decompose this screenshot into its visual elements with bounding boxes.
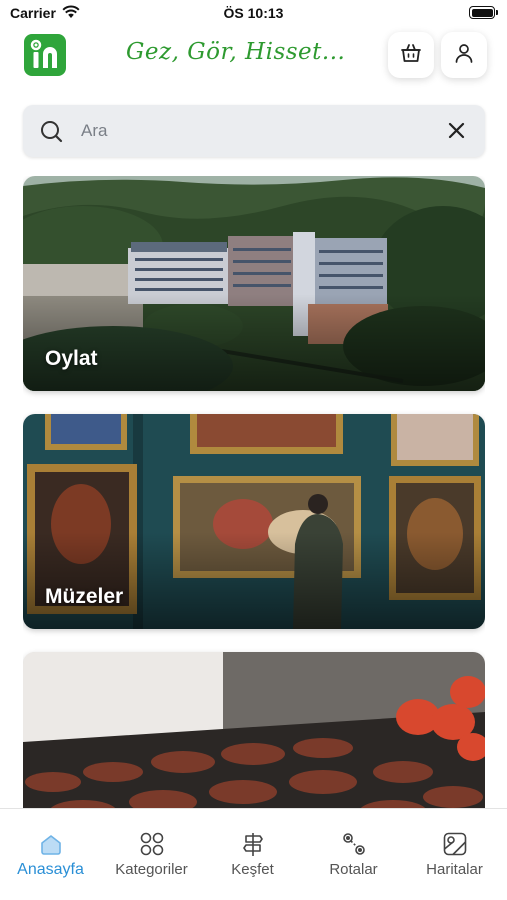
close-icon[interactable]: [448, 122, 465, 144]
card-title: Müzeler: [45, 585, 124, 608]
search-icon[interactable]: [40, 120, 64, 149]
tab-label: Anasayfa: [17, 861, 84, 878]
card-title: Oylat: [45, 347, 98, 370]
card-image: [23, 652, 485, 808]
user-icon: [454, 43, 474, 68]
category-card-oylat[interactable]: Oylat: [23, 176, 485, 391]
app-slogan: Gez, Gör, Hisset...: [126, 39, 346, 65]
tab-label: Rotalar: [329, 861, 378, 878]
grid-icon: [101, 831, 202, 857]
tab-anasayfa[interactable]: Anasayfa: [0, 831, 101, 891]
category-card-food[interactable]: [23, 652, 485, 808]
tab-label: Keşfet: [231, 861, 274, 878]
search-bar: [23, 105, 485, 157]
tab-label: Haritalar: [426, 861, 483, 878]
app-logo[interactable]: [24, 34, 66, 76]
search-input[interactable]: [81, 117, 431, 145]
profile-button[interactable]: [441, 32, 487, 78]
signpost-icon: [202, 831, 303, 857]
tab-label: Kategoriler: [115, 861, 188, 878]
bottom-tab-bar: Anasayfa Kategoriler Keşfet Rotalar Hari…: [0, 808, 507, 900]
battery-icon: [469, 6, 498, 19]
tab-haritalar[interactable]: Haritalar: [404, 831, 505, 891]
category-card-muzeler[interactable]: Müzeler: [23, 414, 485, 629]
category-list: Oylat Müzeler: [23, 176, 485, 808]
home-icon: [0, 831, 101, 857]
cart-button[interactable]: [388, 32, 434, 78]
tab-kategoriler[interactable]: Kategoriler: [101, 831, 202, 891]
status-time: ÖS 10:13: [223, 5, 284, 21]
map-icon: [404, 831, 505, 857]
status-bar: Carrier ÖS 10:13: [0, 0, 507, 28]
basket-icon: [400, 43, 422, 68]
tab-kesfet[interactable]: Keşfet: [202, 831, 303, 891]
app-header: Gez, Gör, Hisset...: [0, 30, 507, 82]
route-icon: [303, 831, 404, 857]
tab-rotalar[interactable]: Rotalar: [303, 831, 404, 891]
